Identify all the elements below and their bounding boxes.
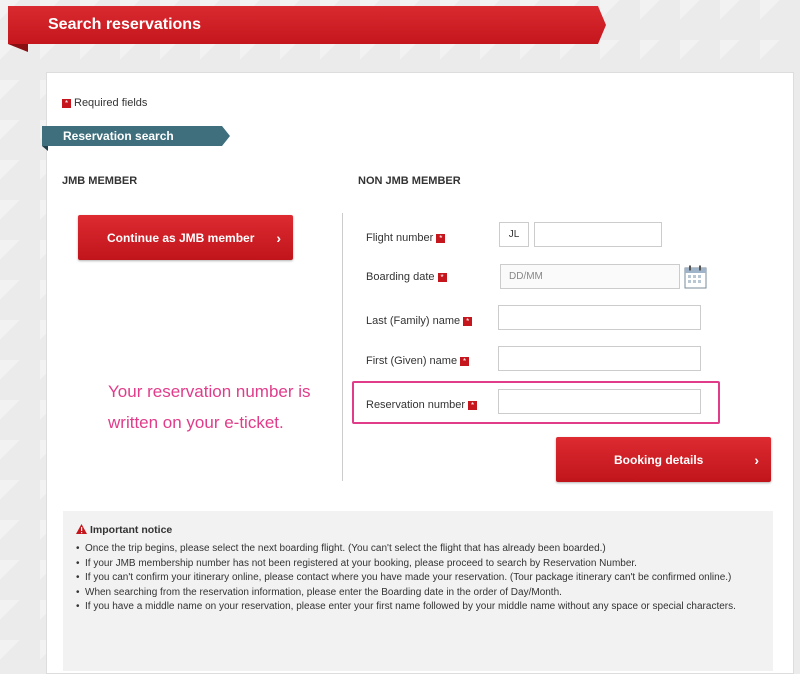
reservation-number-highlight: [352, 381, 720, 424]
last-name-input[interactable]: [498, 305, 701, 330]
reservation-search-tab-label: Reservation search: [63, 129, 174, 143]
flight-number-input[interactable]: [534, 222, 662, 247]
important-notice-title: Important notice: [90, 524, 173, 536]
booking-details-label: Booking details: [614, 452, 704, 467]
required-star-icon: *: [436, 233, 446, 243]
continue-as-jmb-member-button[interactable]: Continue as JMB member ›: [78, 215, 293, 260]
first-name-label: First (Given) name *: [366, 355, 470, 367]
notice-item: If you can't confirm your itinerary onli…: [76, 571, 736, 586]
notice-item: If your JMB membership number has not be…: [76, 557, 736, 572]
flight-prefix-box: JL: [499, 222, 529, 247]
important-notice-panel: Important notice Once the trip begins, p…: [63, 511, 773, 671]
page-header-banner: Search reservations: [8, 6, 606, 44]
column-divider: [342, 213, 343, 481]
required-fields-note: * Required fields: [62, 97, 147, 109]
chevron-right-icon: ›: [754, 451, 759, 468]
notice-item: If you have a middle name on your reserv…: [76, 600, 736, 615]
flight-number-label: Flight number *: [366, 232, 446, 244]
chevron-right-icon: ›: [276, 229, 281, 246]
page-title: Search reservations: [48, 16, 201, 33]
reservation-number-annotation: Your reservation number is written on yo…: [108, 382, 311, 432]
flight-number-label-text: Flight number: [366, 232, 434, 244]
continue-as-jmb-member-label: Continue as JMB member: [107, 230, 255, 245]
jmb-member-heading: JMB MEMBER: [62, 175, 138, 187]
last-name-label-text: Last (Family) name: [366, 315, 461, 327]
last-name-label: Last (Family) name *: [366, 315, 473, 327]
required-star-icon: *: [62, 98, 71, 108]
important-notice-heading: Important notice: [76, 524, 172, 536]
calendar-icon[interactable]: [684, 265, 707, 289]
first-name-input[interactable]: [498, 346, 701, 371]
boarding-date-label: Boarding date *: [366, 271, 447, 283]
boarding-date-label-text: Boarding date: [366, 271, 435, 283]
required-fields-text: Required fields: [74, 97, 148, 109]
required-star-icon: *: [460, 356, 470, 366]
notice-item: When searching from the reservation info…: [76, 586, 736, 601]
non-jmb-member-heading: NON JMB MEMBER: [358, 175, 461, 187]
reservation-search-tab: Reservation search: [42, 126, 230, 146]
boarding-date-input[interactable]: [500, 264, 680, 289]
notice-item: Once the trip begins, please select the …: [76, 542, 736, 557]
booking-details-button[interactable]: Booking details ›: [556, 437, 771, 482]
first-name-label-text: First (Given) name: [366, 355, 458, 367]
required-star-icon: *: [437, 272, 447, 282]
required-star-icon: *: [463, 316, 473, 326]
warning-icon: [76, 524, 87, 534]
notice-list: Once the trip begins, please select the …: [76, 542, 736, 615]
